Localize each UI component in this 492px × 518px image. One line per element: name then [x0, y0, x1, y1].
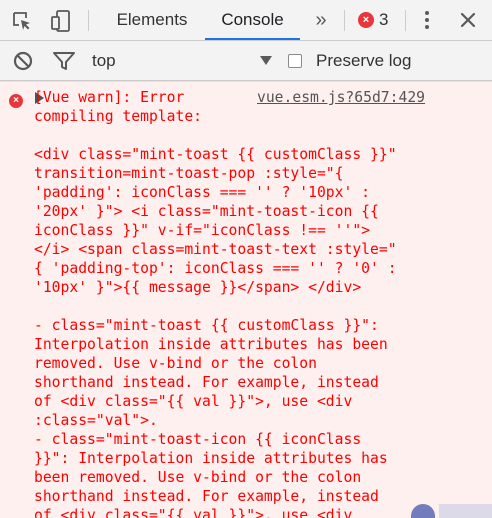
- message-line: - class="mint-toast {{ customClass }}":: [34, 317, 379, 334]
- watermark: [411, 504, 492, 518]
- more-tabs-button[interactable]: »: [306, 0, 334, 40]
- message-line: compiling template:: [34, 108, 203, 125]
- error-count: 3: [379, 10, 389, 29]
- error-icon: ×: [358, 12, 374, 28]
- error-icon: ×: [9, 94, 23, 108]
- inspect-element-icon[interactable]: [8, 0, 36, 41]
- message-line: <div class="mint-toast {{ customClass }}…: [34, 146, 397, 163]
- tab-console-label: Console: [221, 10, 284, 29]
- message-line: iconClass }}" v-if="iconClass !== ''">: [34, 222, 371, 239]
- preserve-log-label: Preserve log: [316, 50, 412, 70]
- php-logo-icon: [411, 504, 435, 518]
- console-messages: × [Vue warn]: Error compiling template: …: [0, 81, 492, 518]
- message-line: { 'padding-top': iconClass === '' ? '0' …: [34, 260, 397, 277]
- message-line: of <div class="{{ val }}">, use <div: [34, 393, 353, 410]
- console-error-message: × [Vue warn]: Error compiling template: …: [0, 81, 492, 518]
- message-line: transition=mint-toast-pop :style="{: [34, 165, 344, 182]
- more-options-icon[interactable]: [414, 0, 440, 40]
- filter-icon[interactable]: [49, 41, 79, 80]
- message-line: '20px' }"> <i class="mint-toast-icon {{: [34, 203, 379, 220]
- chevron-double-right-icon: »: [315, 8, 326, 31]
- message-line: </i> <span class=mint-toast-text :style=…: [34, 241, 397, 258]
- message-line: been removed. Use v-bind or the colon: [34, 469, 362, 486]
- message-line: of <div class="{{ val }}">, use <div: [34, 507, 353, 518]
- tab-console[interactable]: Console: [205, 0, 300, 40]
- execution-context-select[interactable]: top: [84, 41, 274, 80]
- preserve-log-checkbox[interactable]: [288, 53, 302, 68]
- clear-console-icon[interactable]: [8, 41, 38, 80]
- close-icon[interactable]: [452, 0, 484, 40]
- message-line: '10px' }">{{ message }}</span> </div>: [34, 279, 362, 296]
- message-line: shorthand instead. For example, instead: [34, 488, 379, 505]
- preserve-log-option[interactable]: Preserve log: [288, 41, 411, 80]
- tab-elements-label: Elements: [116, 10, 188, 29]
- tab-elements[interactable]: Elements: [100, 0, 204, 40]
- active-tab-indicator: [205, 38, 300, 40]
- message-line: Interpolation inside attributes has been: [34, 336, 388, 353]
- message-line: }}": Interpolation inside attributes has: [34, 450, 388, 467]
- toolbar-divider: [88, 10, 89, 31]
- message-line: - class="mint-toast-icon {{ iconClass: [34, 431, 362, 448]
- toolbar-divider: [344, 10, 345, 31]
- source-link[interactable]: vue.esm.js?65d7:429: [257, 88, 425, 107]
- error-message-text: [Vue warn]: Error compiling template: <d…: [34, 88, 397, 518]
- message-line: :class="val">.: [34, 412, 158, 429]
- message-line: removed. Use v-bind or the colon: [34, 355, 317, 372]
- error-counter[interactable]: × 3: [358, 0, 388, 40]
- execution-context-value: top: [92, 50, 116, 70]
- message-line: shorthand instead. For example, instead: [34, 374, 379, 391]
- message-line: [Vue warn]: Error: [34, 89, 185, 106]
- message-line: 'padding': iconClass === '' ? '10px' :: [34, 184, 371, 201]
- toolbar-divider: [405, 10, 406, 31]
- console-toolbar: top Preserve log: [0, 41, 492, 81]
- watermark-text: [439, 504, 492, 518]
- device-toolbar-icon[interactable]: [47, 0, 75, 41]
- devtools-tab-bar: Elements Console » × 3: [0, 0, 492, 41]
- dropdown-arrow-icon: [260, 56, 272, 65]
